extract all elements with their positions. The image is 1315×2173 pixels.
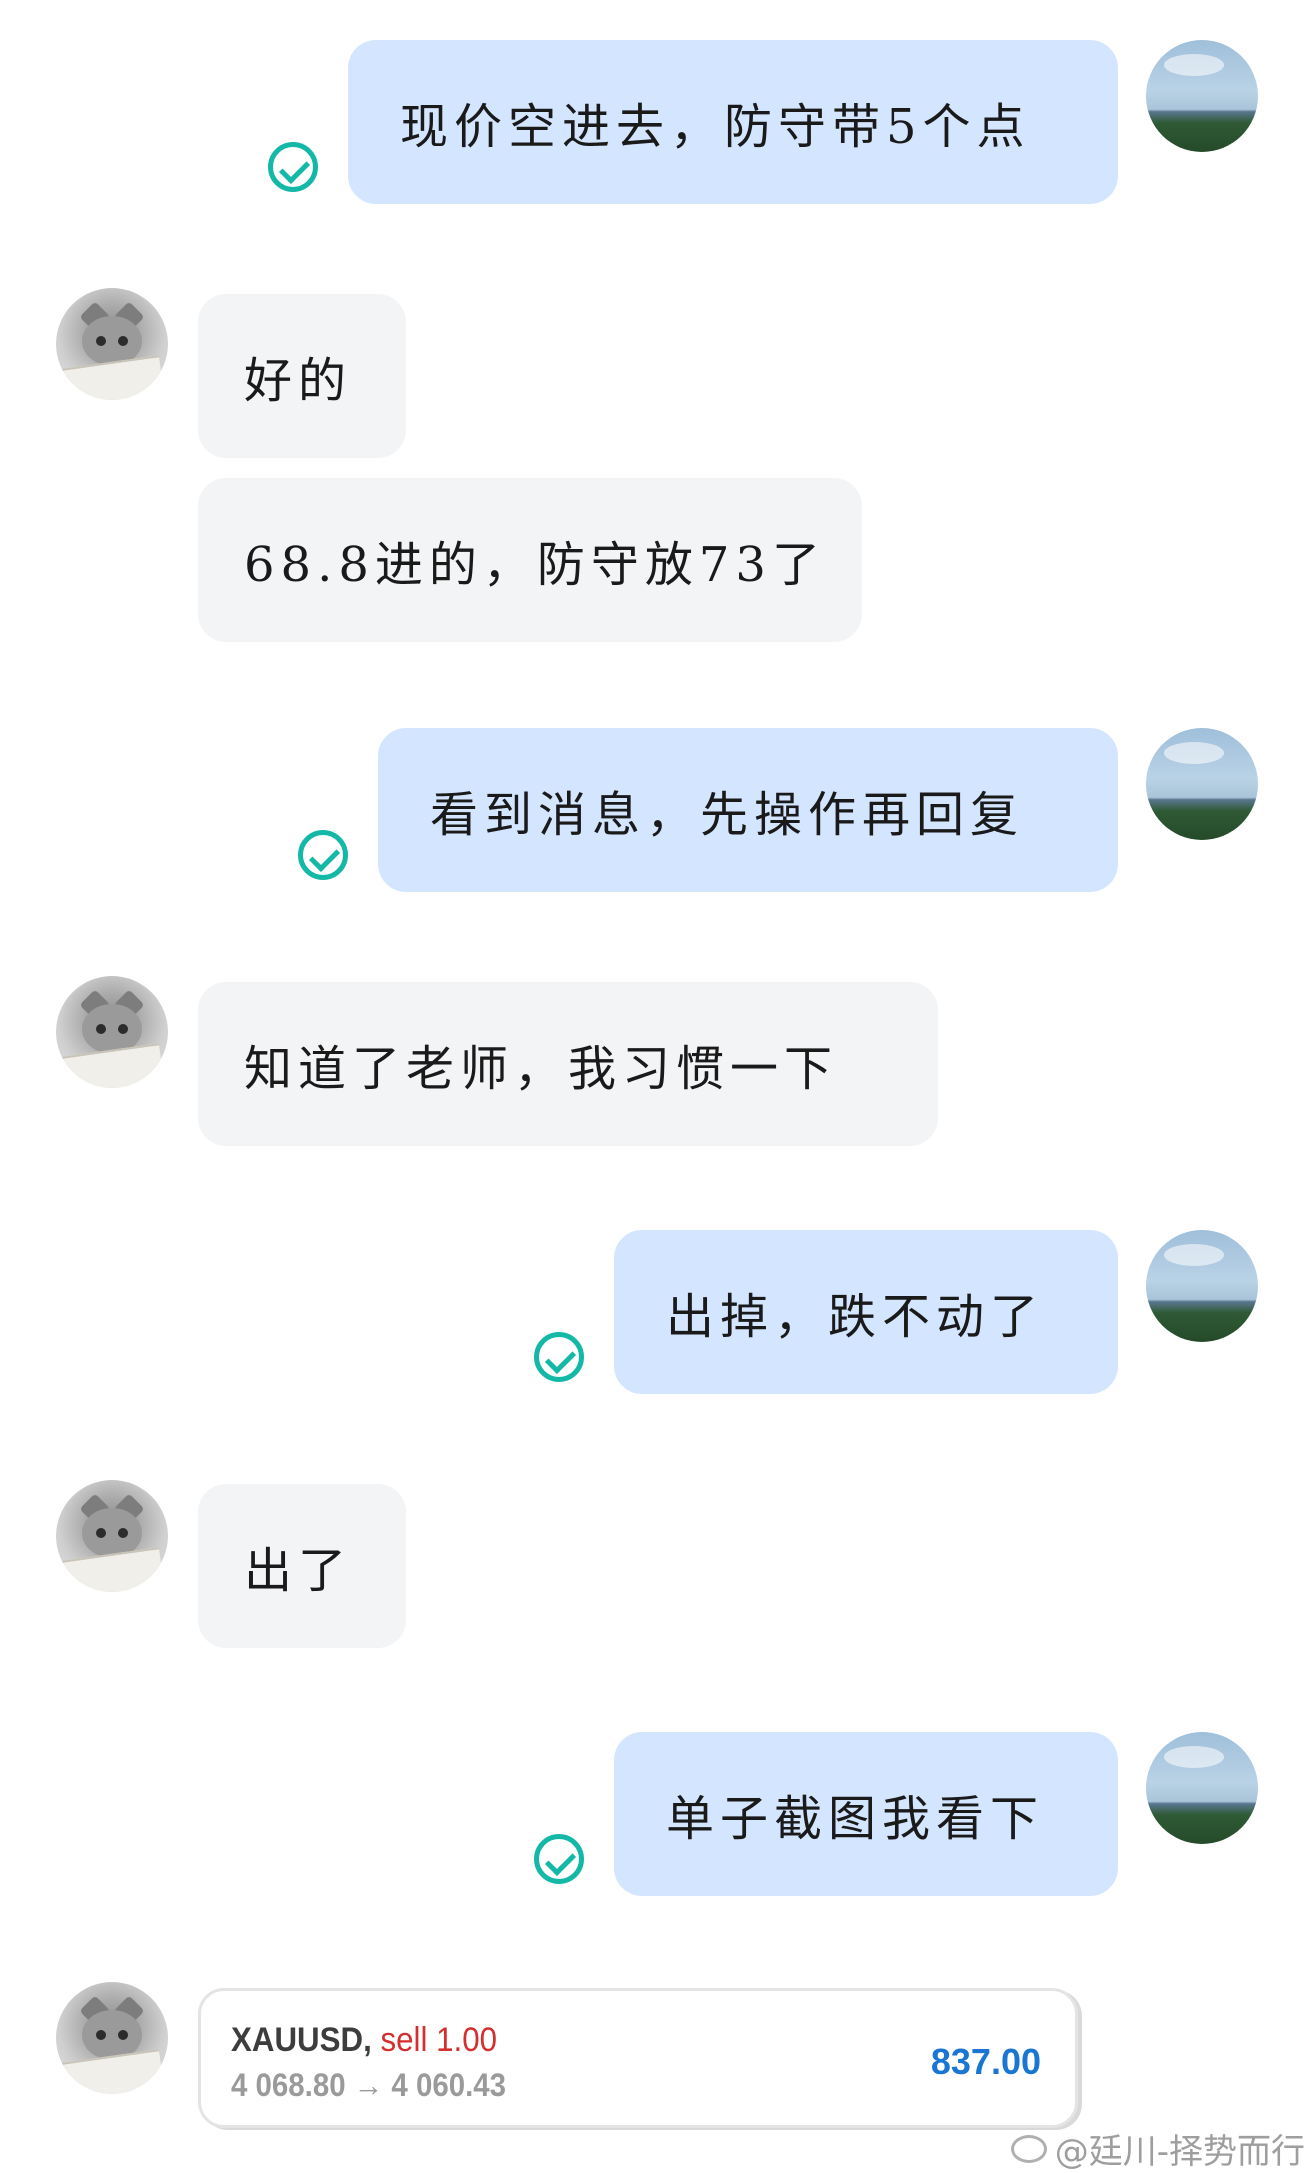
weibo-logo-icon xyxy=(1010,2134,1047,2163)
contact-message-bubble[interactable]: 好的 xyxy=(198,294,406,458)
my-avatar[interactable] xyxy=(1146,1732,1258,1844)
contact-avatar[interactable] xyxy=(56,1480,168,1592)
message-text: 单子截图我看下 xyxy=(666,1791,1045,1847)
trade-prices: 4 068.80 → 4 060.43 xyxy=(231,2067,506,2103)
message-text: 看到消息，先操作再回复 xyxy=(430,787,1025,843)
check-circle-icon xyxy=(268,142,318,192)
check-circle-icon xyxy=(534,1834,584,1884)
message-text: 知道了老师，我习惯一下 xyxy=(244,1041,839,1097)
contact-message-bubble[interactable]: 出了 xyxy=(198,1484,406,1648)
my-message-bubble[interactable]: 出掉，跌不动了 xyxy=(614,1230,1118,1394)
watermark-text: @廷川-择势而行 xyxy=(1054,2132,1305,2172)
message-text: 出掉，跌不动了 xyxy=(666,1289,1045,1345)
message-text: 68.8进的，防守放73了 xyxy=(244,537,826,593)
my-message-bubble[interactable]: 单子截图我看下 xyxy=(614,1732,1118,1896)
my-message-bubble[interactable]: 现价空进去，防守带5个点 xyxy=(348,40,1118,204)
contact-avatar[interactable] xyxy=(56,288,168,400)
trade-symbol: XAUUSD, xyxy=(231,2021,372,2059)
my-message-bubble[interactable]: 看到消息，先操作再回复 xyxy=(378,728,1118,892)
message-text: 现价空进去，防守带5个点 xyxy=(400,99,1031,155)
contact-avatar[interactable] xyxy=(56,976,168,1088)
trade-profit: 837.00 xyxy=(930,2041,1041,2082)
message-text: 出了 xyxy=(244,1543,353,1599)
watermark: @廷川-择势而行 xyxy=(1010,2124,1305,2173)
contact-message-bubble[interactable]: 知道了老师，我习惯一下 xyxy=(198,982,938,1146)
my-avatar[interactable] xyxy=(1146,728,1258,840)
check-circle-icon xyxy=(298,830,348,880)
contact-message-bubble[interactable]: 68.8进的，防守放73了 xyxy=(198,478,862,642)
my-avatar[interactable] xyxy=(1146,1230,1258,1342)
trade-side: sell 1.00 xyxy=(380,2021,497,2059)
message-text: 好的 xyxy=(244,353,353,409)
contact-avatar[interactable] xyxy=(56,1982,168,2094)
my-avatar[interactable] xyxy=(1146,40,1258,152)
check-circle-icon xyxy=(534,1332,584,1382)
trade-screenshot-card[interactable]: XAUUSD, sell 1.00 4 068.80 → 4 060.43 83… xyxy=(198,1988,1078,2128)
trade-symbol-line: XAUUSD, sell 1.00 xyxy=(231,2021,497,2060)
